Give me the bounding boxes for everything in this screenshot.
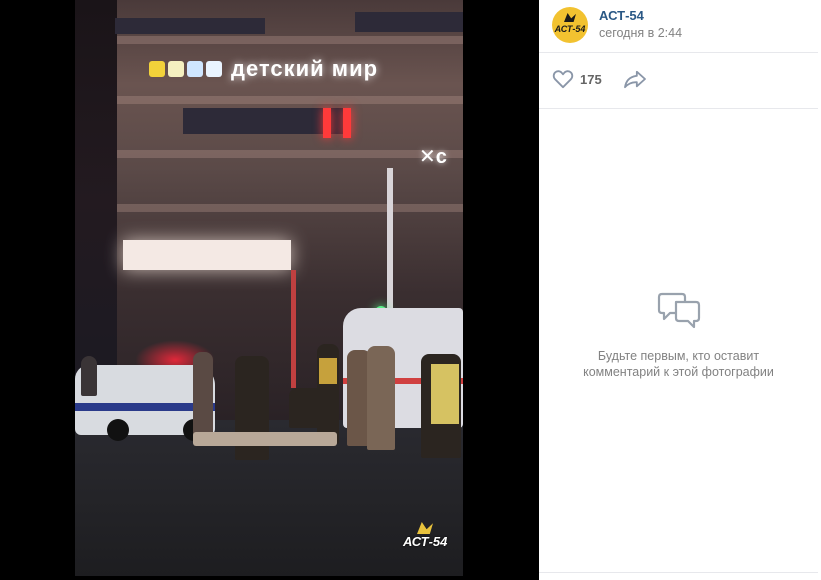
- post-side-panel: АСТ-54 АСТ-54 сегодня в 2:44 175 Будьте …: [539, 0, 818, 580]
- traffic-light-red: [343, 108, 351, 138]
- person: [193, 352, 213, 438]
- window: [183, 108, 343, 134]
- reflective-vest: [431, 364, 459, 424]
- store-sign-text: детский мир: [231, 56, 379, 81]
- empty-comments-message: Будьте первым, кто оставит комментарий к…: [583, 349, 774, 379]
- window: [355, 12, 463, 32]
- author-link[interactable]: АСТ-54: [599, 8, 644, 23]
- person: [421, 354, 461, 458]
- sign-cube: [149, 61, 165, 77]
- sign-cube: [168, 61, 184, 77]
- avatar-text: АСТ-54: [554, 24, 586, 34]
- post-actions: 175: [539, 53, 818, 109]
- lit-billboard: [123, 240, 291, 270]
- sportmaster-sign: ✕с: [419, 146, 447, 168]
- heart-icon: [552, 70, 574, 89]
- post-date[interactable]: сегодня в 2:44: [599, 26, 682, 40]
- firefighter: [367, 346, 395, 450]
- traffic-light-red: [323, 108, 331, 138]
- person: [317, 344, 339, 444]
- avatar[interactable]: АСТ-54: [552, 7, 588, 43]
- avatar-bird-icon: [564, 13, 576, 22]
- watermark: АСТ-54: [403, 522, 448, 549]
- divider: [539, 572, 818, 573]
- facade-band: [117, 150, 463, 158]
- like-button[interactable]: 175: [552, 69, 602, 89]
- share-arrow-icon: [624, 70, 646, 89]
- facade-band: [117, 36, 463, 44]
- sign-cube: [206, 61, 222, 77]
- sign-pole: [291, 270, 296, 388]
- person: [81, 356, 97, 396]
- photo-viewer: детский мир ✕с АСТ-54: [0, 0, 538, 580]
- speech-bubble-icon: [657, 292, 700, 329]
- empty-comments: Будьте первым, кто оставит комментарий к…: [539, 290, 818, 380]
- store-sign: детский мир: [149, 56, 378, 82]
- car-wheel: [107, 419, 129, 441]
- window: [115, 18, 265, 34]
- watermark-text: АСТ-54: [403, 534, 448, 549]
- post-photo[interactable]: детский мир ✕с АСТ-54: [75, 0, 463, 576]
- stretcher: [193, 432, 337, 446]
- like-count: 175: [580, 71, 602, 87]
- share-button[interactable]: [623, 69, 647, 94]
- post-header: АСТ-54 АСТ-54 сегодня в 2:44: [539, 0, 818, 53]
- facade-band: [117, 96, 463, 104]
- reflective-vest: [319, 358, 337, 384]
- sign-partial-text: с: [435, 146, 447, 168]
- facade-band: [117, 204, 463, 212]
- sign-cube: [187, 61, 203, 77]
